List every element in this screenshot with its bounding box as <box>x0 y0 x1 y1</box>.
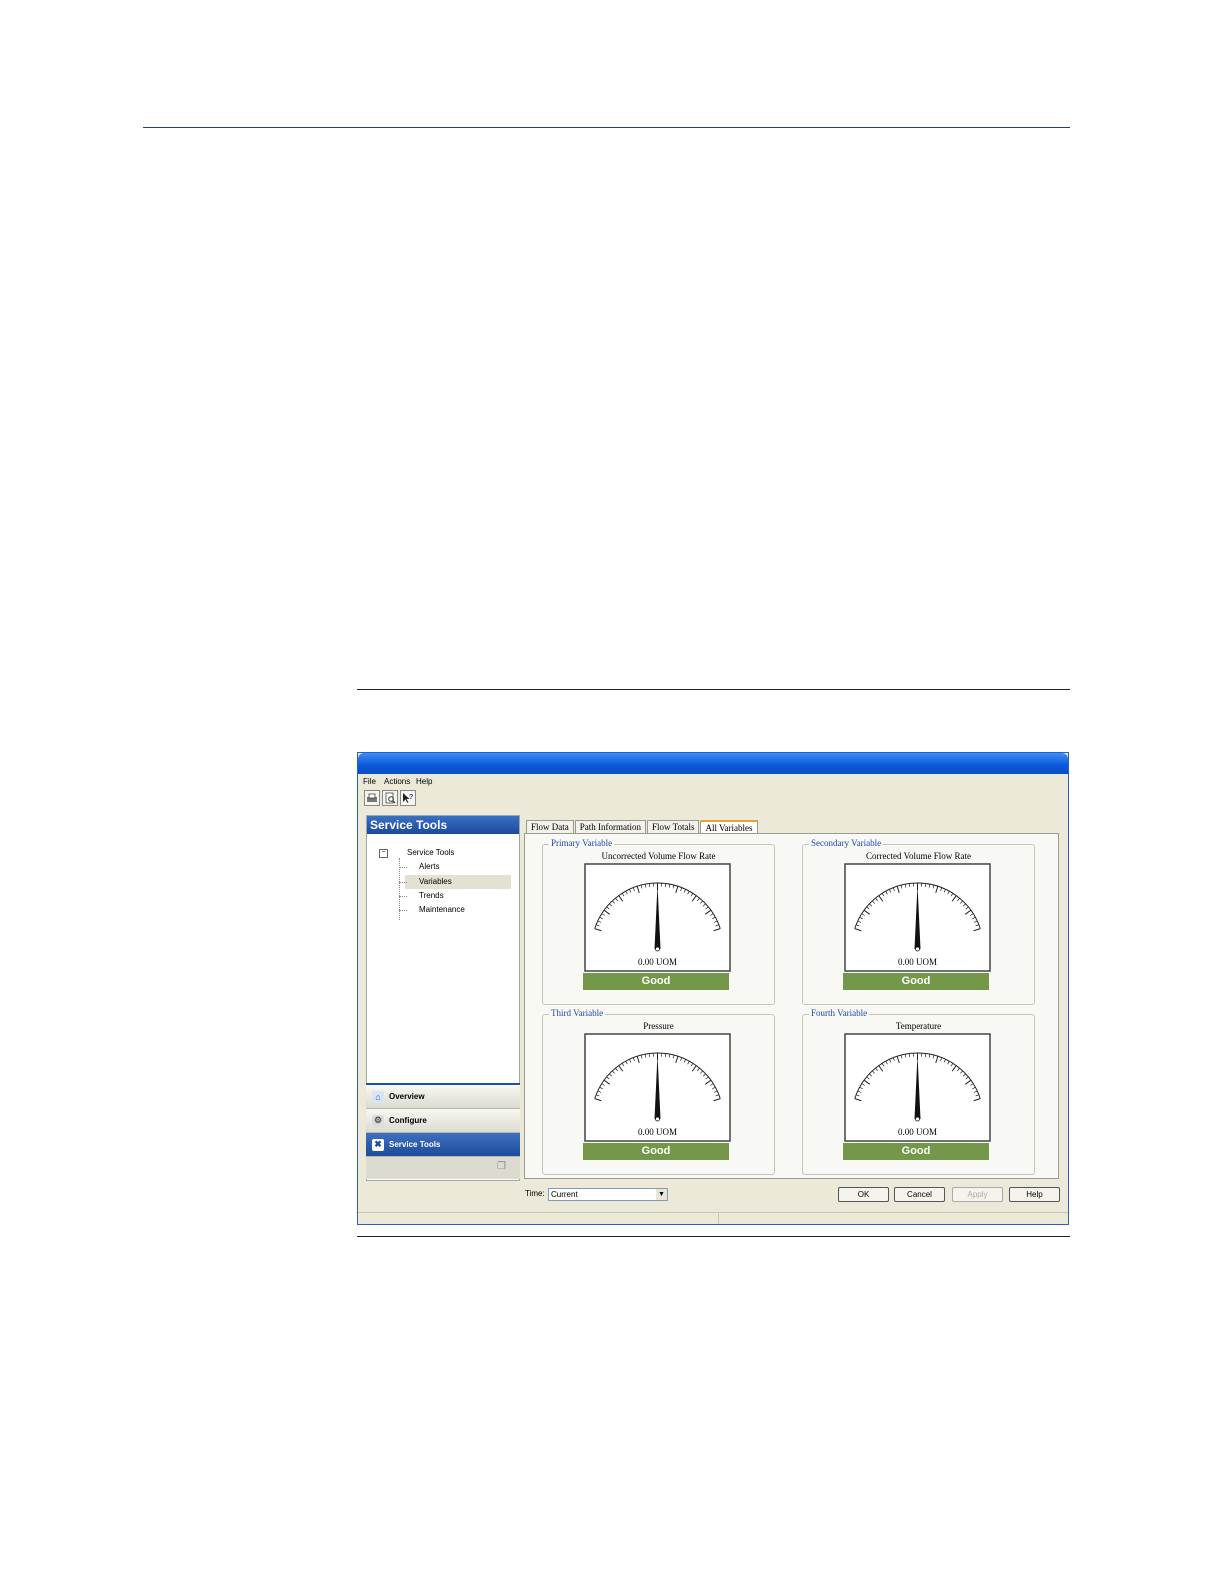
svg-text:?: ? <box>409 794 413 801</box>
ok-button[interactable]: OK <box>838 1187 889 1202</box>
gauge-reading: 0.00 UOM <box>898 957 937 967</box>
gauge-group-title: Secondary Variable <box>809 838 884 848</box>
gauge-dial: 0.00 UOM <box>584 863 731 972</box>
status-badge: Good <box>583 1143 729 1160</box>
print-preview-icon <box>385 792 396 804</box>
home-icon: ⌂ <box>372 1090 384 1103</box>
gauge-dial: 0.00 UOM <box>844 863 991 972</box>
gauge-group-title: Third Variable <box>549 1008 606 1018</box>
collapse-icon[interactable]: − <box>379 849 388 858</box>
gauge-group-primary: Primary Variable Uncorrected Volume Flow… <box>542 838 775 1005</box>
gauge-reading: 0.00 UOM <box>898 1127 937 1137</box>
gauge-name: Temperature <box>895 1021 942 1031</box>
status-bar-separator <box>718 1213 719 1224</box>
figure-rule-bottom <box>357 1236 1070 1237</box>
gauge-pivot <box>655 1116 660 1122</box>
help-pointer-icon: ? <box>403 793 413 803</box>
tree-item-maintenance[interactable]: Maintenance <box>419 905 465 914</box>
tree-connector <box>399 867 407 868</box>
print-preview-button[interactable] <box>382 790 398 806</box>
pane-header: Service Tools <box>367 816 519 834</box>
tab-content: Primary Variable Uncorrected Volume Flow… <box>524 833 1059 1179</box>
tab-flow-data[interactable]: Flow Data <box>526 820 574 834</box>
status-badge: Good <box>583 973 729 990</box>
nav-configure-label: Configure <box>389 1116 427 1125</box>
configure-icon: ⚙ <box>372 1114 384 1127</box>
dialog-footer: Time: Current ▼ OK Cancel Apply Help <box>358 1185 1068 1207</box>
menu-bar: File Actions Help <box>358 775 1068 789</box>
nav-configure-button[interactable]: ⚙ Configure <box>366 1109 520 1133</box>
gauge-group-secondary: Secondary Variable Corrected Volume Flow… <box>802 838 1035 1005</box>
nav-overview-label: Overview <box>389 1092 425 1101</box>
service-tools-icon: ✖ <box>372 1138 384 1151</box>
gauge-group-title: Primary Variable <box>549 838 615 848</box>
menu-actions[interactable]: Actions <box>384 777 410 786</box>
gauge-group-title: Fourth Variable <box>809 1008 870 1018</box>
chevron-down-icon[interactable]: ▼ <box>656 1189 667 1200</box>
gauge-reading: 0.00 UOM <box>638 1127 677 1137</box>
tree-item-trends[interactable]: Trends <box>419 891 444 900</box>
gauge-pivot <box>915 946 920 952</box>
menu-file[interactable]: File <box>363 777 376 786</box>
help-button[interactable]: Help <box>1009 1187 1060 1202</box>
application-window: File Actions Help ? Service Tools − Serv… <box>357 752 1069 1225</box>
gauge-pivot <box>915 1116 920 1122</box>
nav-footer: ❐ <box>366 1157 520 1179</box>
gauge-pivot <box>655 946 660 952</box>
gauge-name: Pressure <box>643 1021 674 1031</box>
gauge-reading: 0.00 UOM <box>638 957 677 967</box>
tree-item-service-tools[interactable]: Service Tools <box>407 848 454 857</box>
gauge-dial: 0.00 UOM <box>844 1033 991 1142</box>
toolbar: ? <box>364 790 416 810</box>
time-label: Time: <box>525 1189 545 1198</box>
tree-connector <box>399 910 407 911</box>
gauge-group-third: Third Variable Pressure 0.00 UOM Good <box>542 1008 775 1175</box>
apply-button[interactable]: Apply <box>952 1187 1003 1202</box>
cancel-button[interactable]: Cancel <box>894 1187 945 1202</box>
print-button[interactable] <box>364 790 380 806</box>
tab-strip: Flow Data Path Information Flow Totals A… <box>526 820 759 834</box>
status-bar <box>358 1212 1068 1224</box>
gauge-dial: 0.00 UOM <box>584 1033 731 1142</box>
tab-flow-totals[interactable]: Flow Totals <box>647 820 700 834</box>
status-badge: Good <box>843 1143 989 1160</box>
tree-connector <box>399 882 407 883</box>
tree-item-alerts[interactable]: Alerts <box>419 862 439 871</box>
nav-overview-button[interactable]: ⌂ Overview <box>366 1085 520 1109</box>
tree-connector <box>399 896 407 897</box>
time-select-value: Current <box>551 1190 578 1199</box>
tab-all-variables[interactable]: All Variables <box>700 820 758 834</box>
gauge-name: Corrected Volume Flow Rate <box>866 851 971 861</box>
page-rule-top <box>143 127 1070 128</box>
nav-service-tools-button[interactable]: ✖ Service Tools <box>366 1133 520 1157</box>
gauge-group-fourth: Fourth Variable Temperature 0.00 UOM Goo… <box>802 1008 1035 1175</box>
figure-rule-top <box>357 689 1070 690</box>
print-icon <box>367 793 377 802</box>
nav-service-tools-label: Service Tools <box>389 1140 441 1149</box>
menu-help[interactable]: Help <box>416 777 432 786</box>
pane-options-icon[interactable]: ❐ <box>497 1161 506 1172</box>
tab-path-information[interactable]: Path Information <box>574 820 646 834</box>
status-badge: Good <box>843 973 989 990</box>
tree-item-variables[interactable]: Variables <box>419 877 452 886</box>
title-bar[interactable] <box>358 753 1068 774</box>
gauge-name: Uncorrected Volume Flow Rate <box>601 851 716 861</box>
time-select[interactable]: Current ▼ <box>548 1188 668 1201</box>
context-help-button[interactable]: ? <box>400 790 416 806</box>
navigation-buttons: ⌂ Overview ⚙ Configure ✖ Service Tools ❐ <box>366 1085 520 1181</box>
